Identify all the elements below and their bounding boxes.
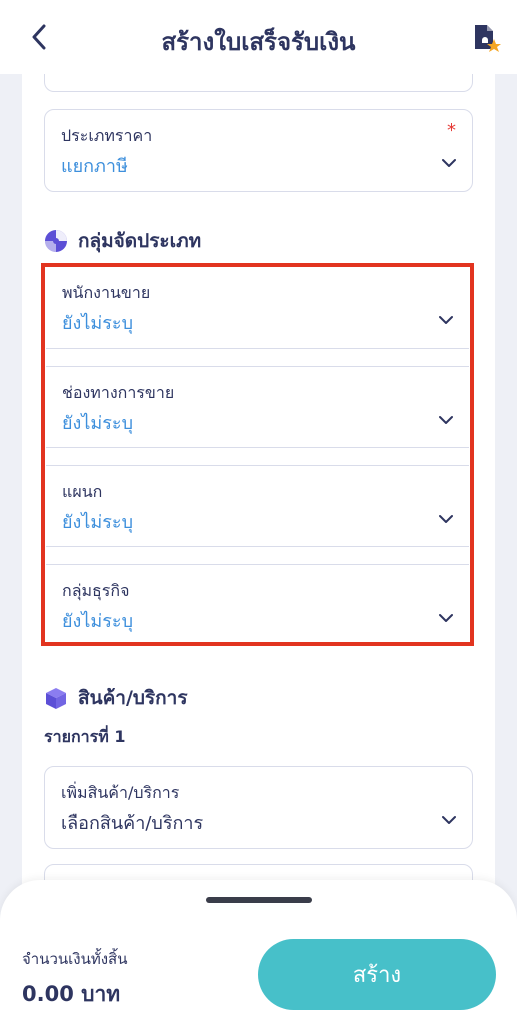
bottom-sheet: จำนวนเงินทั้งสิ้น 0.00 บาท สร้าง: [0, 880, 517, 1024]
sales-channel-value: ยังไม่ระบุ: [62, 413, 134, 434]
required-mark: *: [447, 120, 456, 141]
chevron-down-icon: [439, 614, 453, 622]
salesperson-select[interactable]: พนักงานขาย ยังไม่ระบุ: [46, 267, 469, 349]
salesperson-label: พนักงานขาย: [62, 283, 151, 302]
business-group-label: กลุ่มธุรกิจ: [62, 581, 130, 600]
chevron-down-icon: [439, 316, 453, 324]
item-number-label: รายการที่ 1: [44, 727, 126, 746]
department-value: ยังไม่ระบุ: [62, 512, 134, 533]
price-type-label: ประเภทราคา: [61, 126, 153, 145]
chevron-down-icon: [442, 159, 456, 167]
top-bar: สร้างใบเสร็จรับเงิน: [0, 0, 517, 74]
add-product-value: เลือกสินค้า/บริการ: [61, 813, 204, 834]
business-group-select[interactable]: กลุ่มธุรกิจ ยังไม่ระบุ: [46, 564, 469, 642]
category-pie-icon: [45, 230, 67, 252]
price-type-value: แยกภาษี: [61, 156, 128, 177]
price-type-select[interactable]: ประเภทราคา * แยกภาษี: [44, 109, 473, 192]
products-section-label: สินค้า/บริการ: [78, 687, 188, 709]
add-product-select[interactable]: เพิ่มสินค้า/บริการ เลือกสินค้า/บริการ: [44, 766, 473, 849]
business-group-value: ยังไม่ระบุ: [62, 611, 134, 632]
grouping-section-label: กลุ่มจัดประเภท: [78, 230, 202, 252]
chevron-down-icon: [442, 816, 456, 824]
document-star-icon: [475, 25, 501, 52]
sales-channel-select[interactable]: ช่องทางการขาย ยังไม่ระบุ: [46, 366, 469, 448]
document-button[interactable]: [471, 22, 501, 54]
add-product-label: เพิ่มสินค้า/บริการ: [61, 783, 180, 802]
department-label: แผนก: [62, 482, 103, 501]
drag-handle[interactable]: [206, 897, 312, 903]
products-section-title: สินค้า/บริการ: [44, 683, 188, 713]
chevron-down-icon: [439, 515, 453, 523]
total-value: 0.00 บาท: [22, 982, 121, 1006]
total-label: จำนวนเงินทั้งสิ้น: [22, 950, 128, 968]
grouping-section-title: กลุ่มจัดประเภท: [44, 226, 201, 256]
sales-channel-label: ช่องทางการขาย: [62, 383, 175, 402]
page-title: สร้างใบเสร็จรับเงิน: [161, 28, 356, 56]
department-select[interactable]: แผนก ยังไม่ระบุ: [46, 465, 469, 547]
salesperson-value: ยังไม่ระบุ: [62, 313, 134, 334]
box-icon: [46, 688, 66, 709]
create-button[interactable]: สร้าง: [258, 939, 496, 1010]
chevron-down-icon: [439, 416, 453, 424]
